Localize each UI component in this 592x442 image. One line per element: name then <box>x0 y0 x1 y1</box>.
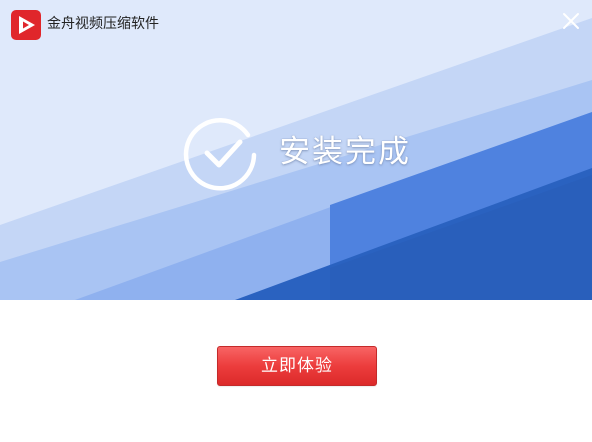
close-button[interactable] <box>560 10 582 32</box>
play-logo-icon <box>11 10 41 40</box>
try-now-button[interactable]: 立即体验 <box>217 346 377 386</box>
banner: 金舟视频压缩软件 安装完成 <box>0 0 592 300</box>
close-icon <box>563 13 579 29</box>
check-circle-icon <box>183 118 257 191</box>
install-status: 安装完成 <box>182 113 442 193</box>
installer-window: 金舟视频压缩软件 安装完成 立即体验 <box>0 0 592 442</box>
title-bar: 金舟视频压缩软件 <box>0 0 592 48</box>
status-text: 安装完成 <box>279 134 411 170</box>
app-title: 金舟视频压缩软件 <box>47 16 159 32</box>
